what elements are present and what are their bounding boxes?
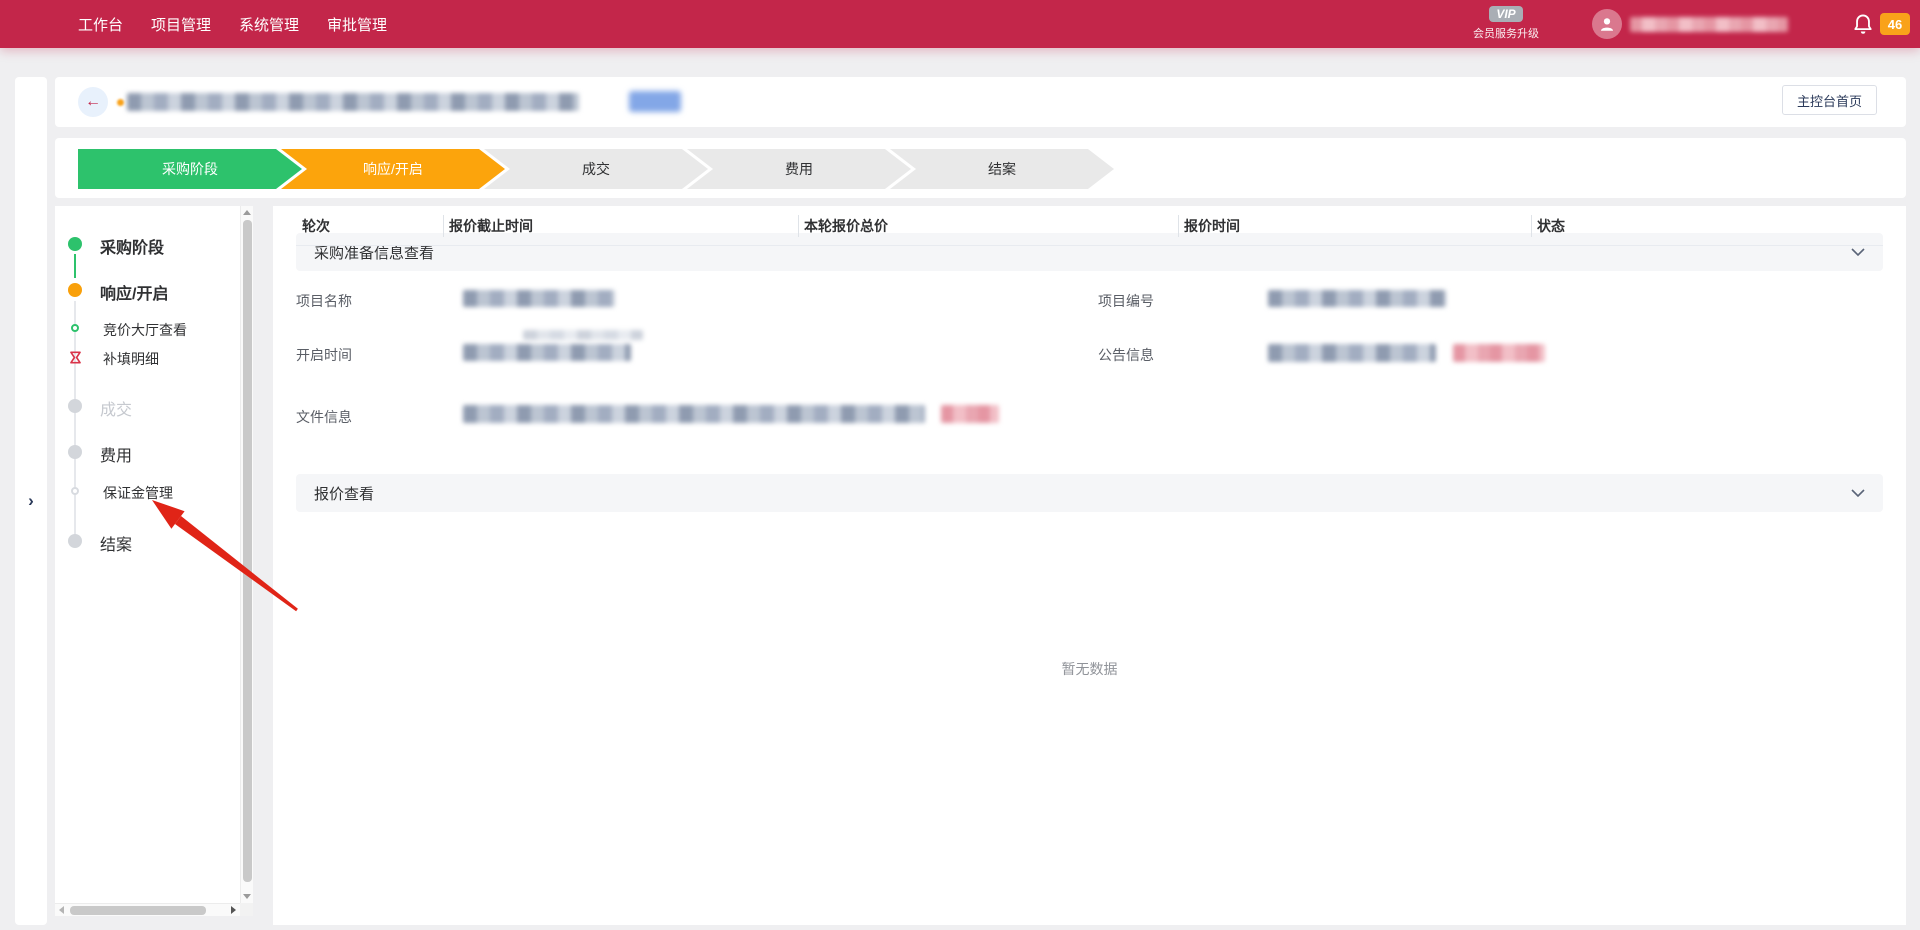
file-link-redacted[interactable] xyxy=(941,405,999,423)
field-label-open-time: 开启时间 xyxy=(296,345,352,365)
horizontal-scroll-thumb[interactable] xyxy=(70,906,206,915)
stage-timeline-sidebar: 采购阶段 响应/开启 竞价大厅查看 补填明细 成交 费用 保证金管理 结案 xyxy=(55,206,253,916)
field-label-announcement-info: 公告信息 xyxy=(1098,345,1154,365)
top-navigation-bar: 工作台 项目管理 系统管理 审批管理 VIP 会员服务升级 46 xyxy=(0,0,1920,48)
open-time-extra-redacted xyxy=(523,330,643,340)
process-steps-bar: 采购阶段 响应/开启 成交 费用 结案 xyxy=(55,138,1906,198)
stage-dot-disabled xyxy=(68,399,82,413)
sidebar-item-deal[interactable]: 成交 xyxy=(100,396,132,420)
announcement-link-redacted[interactable] xyxy=(1453,344,1545,362)
announcement-value-redacted xyxy=(1268,344,1436,362)
chevron-down-icon[interactable] xyxy=(1851,248,1865,256)
timeline-connector xyxy=(74,301,76,544)
step-close-case[interactable]: 结案 xyxy=(890,149,1114,189)
sidebar-item-fees[interactable]: 费用 xyxy=(100,442,132,466)
file-info-value-redacted xyxy=(463,405,925,423)
hourglass-icon xyxy=(69,351,82,369)
step-deal[interactable]: 成交 xyxy=(484,149,708,189)
scrollbar-corner xyxy=(240,903,253,916)
vertical-scroll-thumb[interactable] xyxy=(243,220,252,882)
vip-upgrade[interactable]: VIP 会员服务升级 xyxy=(1470,5,1542,41)
col-quote-time: 报价时间 xyxy=(1184,206,1240,246)
user-avatar[interactable] xyxy=(1592,9,1622,39)
vip-icon: VIP xyxy=(1489,6,1522,22)
col-round: 轮次 xyxy=(302,206,330,246)
quote-table-header: 轮次 报价截止时间 本轮报价总价 报价时间 状态 xyxy=(296,206,1883,246)
back-button[interactable]: ← xyxy=(78,87,108,117)
chevron-down-icon[interactable] xyxy=(1851,489,1865,497)
project-title-redacted xyxy=(127,93,579,111)
nav-approval-management[interactable]: 审批管理 xyxy=(327,14,387,35)
nav-project-management[interactable]: 项目管理 xyxy=(151,14,211,35)
console-home-button[interactable]: 主控台首页 xyxy=(1782,85,1877,115)
stage-dot-current xyxy=(68,283,82,297)
step-response-open[interactable]: 响应/开启 xyxy=(281,149,505,189)
nav-workbench[interactable]: 工作台 xyxy=(78,14,123,35)
step-procurement-stage[interactable]: 采购阶段 xyxy=(78,149,302,189)
expand-panel-chevron-icon[interactable]: › xyxy=(15,485,47,517)
status-dot xyxy=(117,99,124,106)
step-fees[interactable]: 费用 xyxy=(687,149,911,189)
sidebar-vertical-scrollbar[interactable] xyxy=(240,206,253,903)
section-title: 报价查看 xyxy=(314,483,374,504)
stage-dot-upcoming xyxy=(68,445,82,459)
page-header-card: ← 主控台首页 xyxy=(55,77,1906,127)
col-round-total: 本轮报价总价 xyxy=(804,206,888,246)
substep-circle-upcoming xyxy=(71,487,79,495)
col-quote-deadline: 报价截止时间 xyxy=(449,206,533,246)
sidebar-item-response-open[interactable]: 响应/开启 xyxy=(100,280,168,304)
sidebar-item-close-case[interactable]: 结案 xyxy=(100,531,132,555)
sidebar-item-bidding-hall-view[interactable]: 竞价大厅查看 xyxy=(103,320,187,340)
table-empty-state: 暂无数据 xyxy=(273,659,1906,679)
field-label-file-info: 文件信息 xyxy=(296,407,352,427)
nav-system-management[interactable]: 系统管理 xyxy=(239,14,299,35)
notification-count-badge[interactable]: 46 xyxy=(1880,13,1910,35)
sidebar-item-deposit-management[interactable]: 保证金管理 xyxy=(103,483,173,503)
stage-dot-done xyxy=(68,237,82,251)
sidebar-item-procurement-stage[interactable]: 采购阶段 xyxy=(100,234,164,258)
substep-circle-active xyxy=(71,324,79,332)
project-name-value-redacted xyxy=(463,290,615,307)
sidebar-item-fill-details[interactable]: 补填明细 xyxy=(103,349,159,369)
vip-upgrade-label: 会员服务升级 xyxy=(1470,25,1542,41)
username-redacted xyxy=(1630,17,1788,32)
person-icon xyxy=(1598,15,1616,33)
field-label-project-name: 项目名称 xyxy=(296,291,352,311)
field-label-project-number: 项目编号 xyxy=(1098,291,1154,311)
timeline-connector-done xyxy=(74,254,76,278)
col-status: 状态 xyxy=(1537,206,1565,246)
left-collapse-strip: › xyxy=(15,77,47,925)
sidebar-horizontal-scrollbar[interactable] xyxy=(55,903,240,916)
project-number-value-redacted xyxy=(1268,290,1446,307)
section-quote-view[interactable]: 报价查看 xyxy=(296,474,1883,512)
status-badge-redacted xyxy=(629,91,681,112)
open-time-value-redacted xyxy=(463,344,631,361)
main-content-panel: 采购准备信息查看 项目名称 项目编号 开启时间 公告信息 文件信息 报价查看 轮… xyxy=(273,206,1906,925)
stage-dot-upcoming-2 xyxy=(68,534,82,548)
notification-bell-icon[interactable] xyxy=(1850,12,1876,38)
main-nav: 工作台 项目管理 系统管理 审批管理 xyxy=(0,14,387,35)
